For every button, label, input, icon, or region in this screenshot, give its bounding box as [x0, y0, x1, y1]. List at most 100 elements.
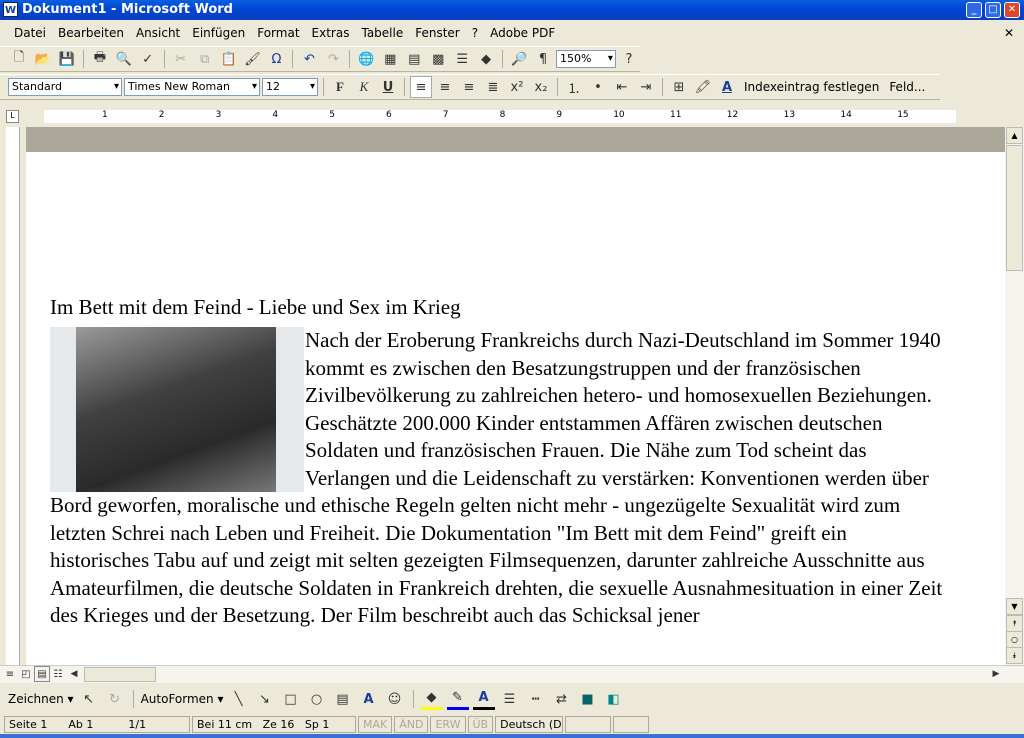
help-icon[interactable]: ?	[618, 48, 640, 70]
menu-ansicht[interactable]: Ansicht	[130, 26, 186, 40]
line-icon[interactable]: ╲	[228, 688, 250, 710]
scroll-right-button[interactable]: ▶	[988, 666, 1004, 682]
print-layout-icon[interactable]: ▤	[34, 666, 50, 682]
print-icon[interactable]: 🖶	[89, 48, 111, 70]
document-map-icon[interactable]: 🔎	[508, 48, 530, 70]
open-icon[interactable]: 📂	[32, 48, 54, 70]
rectangle-icon[interactable]: □	[280, 688, 302, 710]
line-color-icon[interactable]: ✎	[446, 688, 469, 710]
draw-menu-button[interactable]: Zeichnen ▾	[8, 692, 74, 706]
fill-color-icon[interactable]: ◆	[420, 688, 443, 710]
3d-icon[interactable]: ◧	[603, 688, 625, 710]
oval-icon[interactable]: ○	[306, 688, 328, 710]
columns-icon[interactable]: ☰	[451, 48, 473, 70]
numbering-icon[interactable]: ⒈	[563, 76, 585, 98]
font-size-select[interactable]: 12	[262, 78, 318, 96]
field-button[interactable]: Feld...	[889, 80, 925, 94]
arrow-style-icon[interactable]: ⇄	[551, 688, 573, 710]
highlight-icon[interactable]: 🖍	[692, 76, 714, 98]
tables-borders-icon[interactable]: ▦	[379, 48, 401, 70]
horizontal-scrollbar[interactable]: ≡ ◰ ▤ ☷ ◀ ▶	[0, 665, 1024, 683]
scroll-left-button[interactable]: ◀	[66, 666, 82, 682]
underline-button[interactable]: U	[377, 76, 399, 98]
status-macro-recording[interactable]: MAK	[358, 715, 393, 733]
bullets-icon[interactable]: •	[587, 76, 609, 98]
copy-icon[interactable]: ⧉	[194, 48, 216, 70]
dash-style-icon[interactable]: ┅	[525, 688, 547, 710]
line-style-icon[interactable]: ☰	[499, 688, 521, 710]
wordart-icon[interactable]: A	[358, 688, 380, 710]
drawing-icon[interactable]: ◆	[475, 48, 497, 70]
cut-icon[interactable]: ✂	[170, 48, 192, 70]
bold-button[interactable]: F	[329, 76, 351, 98]
menu-extras[interactable]: Extras	[306, 26, 356, 40]
status-extend[interactable]: ERW	[430, 715, 466, 733]
autoshapes-menu-button[interactable]: AutoFormen ▾	[141, 692, 224, 706]
menu-adobe-pdf[interactable]: Adobe PDF	[484, 26, 561, 40]
undo-icon[interactable]: ↶	[298, 48, 320, 70]
paste-icon[interactable]: 📋	[218, 48, 240, 70]
menu-help[interactable]: ?	[466, 26, 484, 40]
close-document-button[interactable]: ✕	[998, 26, 1020, 40]
outline-view-icon[interactable]: ☷	[50, 666, 66, 682]
insert-table-icon[interactable]: ▤	[403, 48, 425, 70]
show-formatting-icon[interactable]: ¶	[532, 48, 554, 70]
menu-tabelle[interactable]: Tabelle	[355, 26, 409, 40]
shadow-icon[interactable]: ■	[577, 688, 599, 710]
menu-bearbeiten[interactable]: Bearbeiten	[52, 26, 130, 40]
document-title[interactable]: Im Bett mit dem Feind - Liebe und Sex im…	[50, 295, 461, 320]
superscript-icon[interactable]: x²	[506, 76, 528, 98]
free-rotate-icon[interactable]: ↻	[104, 688, 126, 710]
spellcheck-icon[interactable]: ✓	[137, 48, 159, 70]
font-color-icon[interactable]: A	[716, 76, 738, 98]
style-select[interactable]: Standard	[8, 78, 122, 96]
horizontal-ruler[interactable]: L 1 2 3 4 5 6 7 8 9 10 11 12 13 14 15	[0, 106, 1024, 126]
textbox-icon[interactable]: ▤	[332, 688, 354, 710]
save-icon[interactable]: 💾	[56, 48, 78, 70]
zoom-select[interactable]: 150%	[556, 50, 616, 68]
redo-icon[interactable]: ↷	[322, 48, 344, 70]
tab-selector[interactable]: L	[6, 110, 19, 123]
subscript-icon[interactable]: x₂	[530, 76, 552, 98]
previous-page-button[interactable]: ⯭	[1006, 615, 1023, 632]
arrow-icon[interactable]: ↘	[254, 688, 276, 710]
new-document-icon[interactable]: 🗋	[8, 48, 30, 70]
font-select[interactable]: Times New Roman	[124, 78, 260, 96]
format-painter-icon[interactable]: 🖌	[242, 48, 264, 70]
document-page[interactable]: Im Bett mit dem Feind - Liebe und Sex im…	[26, 127, 1005, 665]
menu-fenster[interactable]: Fenster	[409, 26, 466, 40]
increase-indent-icon[interactable]: ⇥	[635, 76, 657, 98]
status-overtype[interactable]: ÜB	[467, 715, 494, 733]
borders-icon[interactable]: ⊞	[668, 76, 690, 98]
browse-object-button[interactable]: ○	[1006, 631, 1023, 648]
insert-excel-icon[interactable]: ▩	[427, 48, 449, 70]
align-left-icon[interactable]: ≡	[410, 76, 432, 98]
scroll-down-button[interactable]: ▼	[1006, 598, 1023, 615]
minimize-button[interactable]: _	[966, 2, 982, 18]
horizontal-scroll-thumb[interactable]	[84, 667, 156, 682]
decrease-indent-icon[interactable]: ⇤	[611, 76, 633, 98]
text-color-icon[interactable]: A	[472, 688, 495, 710]
align-center-icon[interactable]: ≡	[434, 76, 456, 98]
symbol-icon[interactable]: Ω	[266, 48, 288, 70]
hyperlink-icon[interactable]: 🌐	[355, 48, 377, 70]
menu-einfuegen[interactable]: Einfügen	[186, 26, 251, 40]
maximize-button[interactable]: □	[985, 2, 1001, 18]
index-entry-button[interactable]: Indexeintrag festlegen	[744, 80, 879, 94]
print-preview-icon[interactable]: 🔍	[113, 48, 135, 70]
italic-button[interactable]: K	[353, 76, 375, 98]
web-view-icon[interactable]: ◰	[18, 666, 34, 682]
select-objects-icon[interactable]: ↖	[78, 688, 100, 710]
next-page-button[interactable]: ⯯	[1006, 647, 1023, 664]
close-button[interactable]: ✕	[1004, 2, 1020, 18]
document-body[interactable]: Nach der Eroberung Frankreichs durch Naz…	[50, 327, 950, 630]
clipart-icon[interactable]: ☺	[384, 688, 406, 710]
status-track-changes[interactable]: ÄND	[394, 715, 429, 733]
align-right-icon[interactable]: ≡	[458, 76, 480, 98]
menu-datei[interactable]: Datei	[8, 26, 52, 40]
normal-view-icon[interactable]: ≡	[2, 666, 18, 682]
menu-format[interactable]: Format	[251, 26, 305, 40]
scroll-up-button[interactable]: ▲	[1006, 127, 1023, 144]
status-language[interactable]: Deutsch (De	[495, 715, 564, 733]
vertical-scrollbar[interactable]: ▲ ▼ ⯭ ○ ⯯	[1005, 127, 1024, 665]
